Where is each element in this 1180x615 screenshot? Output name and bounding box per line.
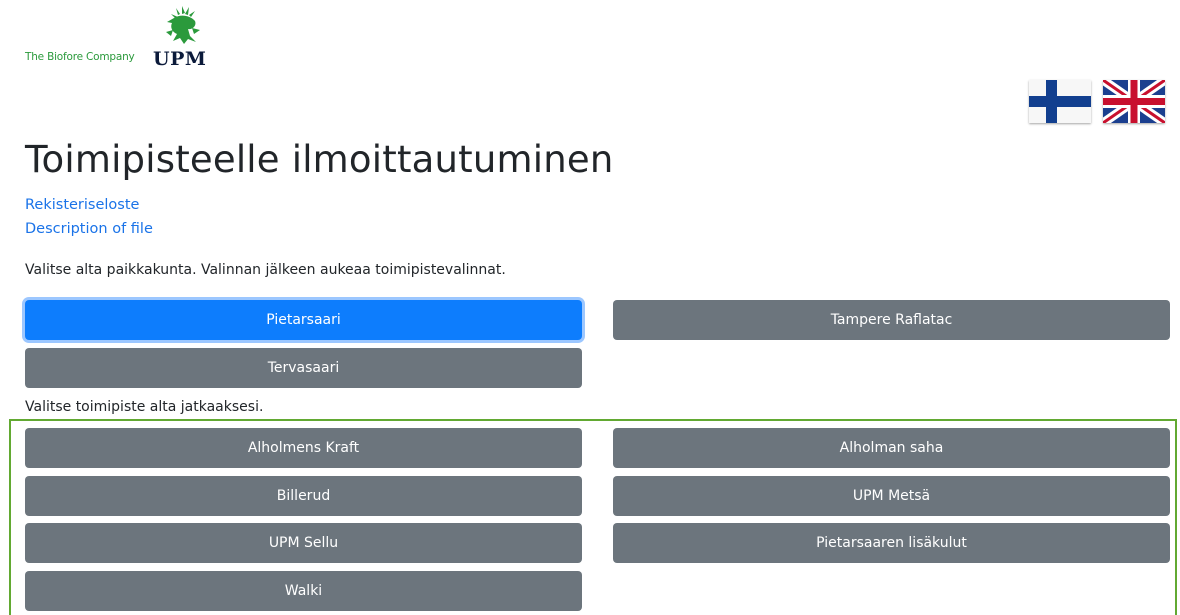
- description-of-file-link[interactable]: Description of file: [25, 221, 153, 237]
- finnish-flag-icon[interactable]: [1029, 80, 1091, 123]
- site-button-upm-metsa[interactable]: UPM Metsä: [613, 476, 1170, 516]
- page-title: Toimipisteelle ilmoittautuminen: [25, 138, 614, 181]
- city-button-tampere-raflatac[interactable]: Tampere Raflatac: [613, 300, 1170, 340]
- upm-logo: The Biofore Company UPM: [25, 6, 215, 76]
- uk-flag-icon[interactable]: [1103, 80, 1165, 123]
- privacy-notice-link[interactable]: Rekisteriseloste: [25, 197, 139, 213]
- upm-wordmark: UPM: [153, 48, 207, 70]
- griffin-icon: [166, 6, 200, 44]
- site-button-upm-sellu[interactable]: UPM Sellu: [25, 523, 582, 563]
- site-button-alholman-saha[interactable]: Alholman saha: [613, 428, 1170, 468]
- site-instruction: Valitse toimipiste alta jatkaaksesi.: [25, 399, 264, 415]
- brand-tagline: The Biofore Company: [25, 51, 135, 63]
- city-instruction: Valitse alta paikkakunta. Valinnan jälke…: [25, 262, 506, 278]
- city-button-pietarsaari[interactable]: Pietarsaari: [25, 300, 582, 340]
- language-selector: [1029, 80, 1165, 123]
- city-button-tervasaari[interactable]: Tervasaari: [25, 348, 582, 388]
- site-button-billerud[interactable]: Billerud: [25, 476, 582, 516]
- site-button-alholmens-kraft[interactable]: Alholmens Kraft: [25, 428, 582, 468]
- site-button-walki[interactable]: Walki: [25, 571, 582, 611]
- site-button-pietarsaaren-lisakulut[interactable]: Pietarsaaren lisäkulut: [613, 523, 1170, 563]
